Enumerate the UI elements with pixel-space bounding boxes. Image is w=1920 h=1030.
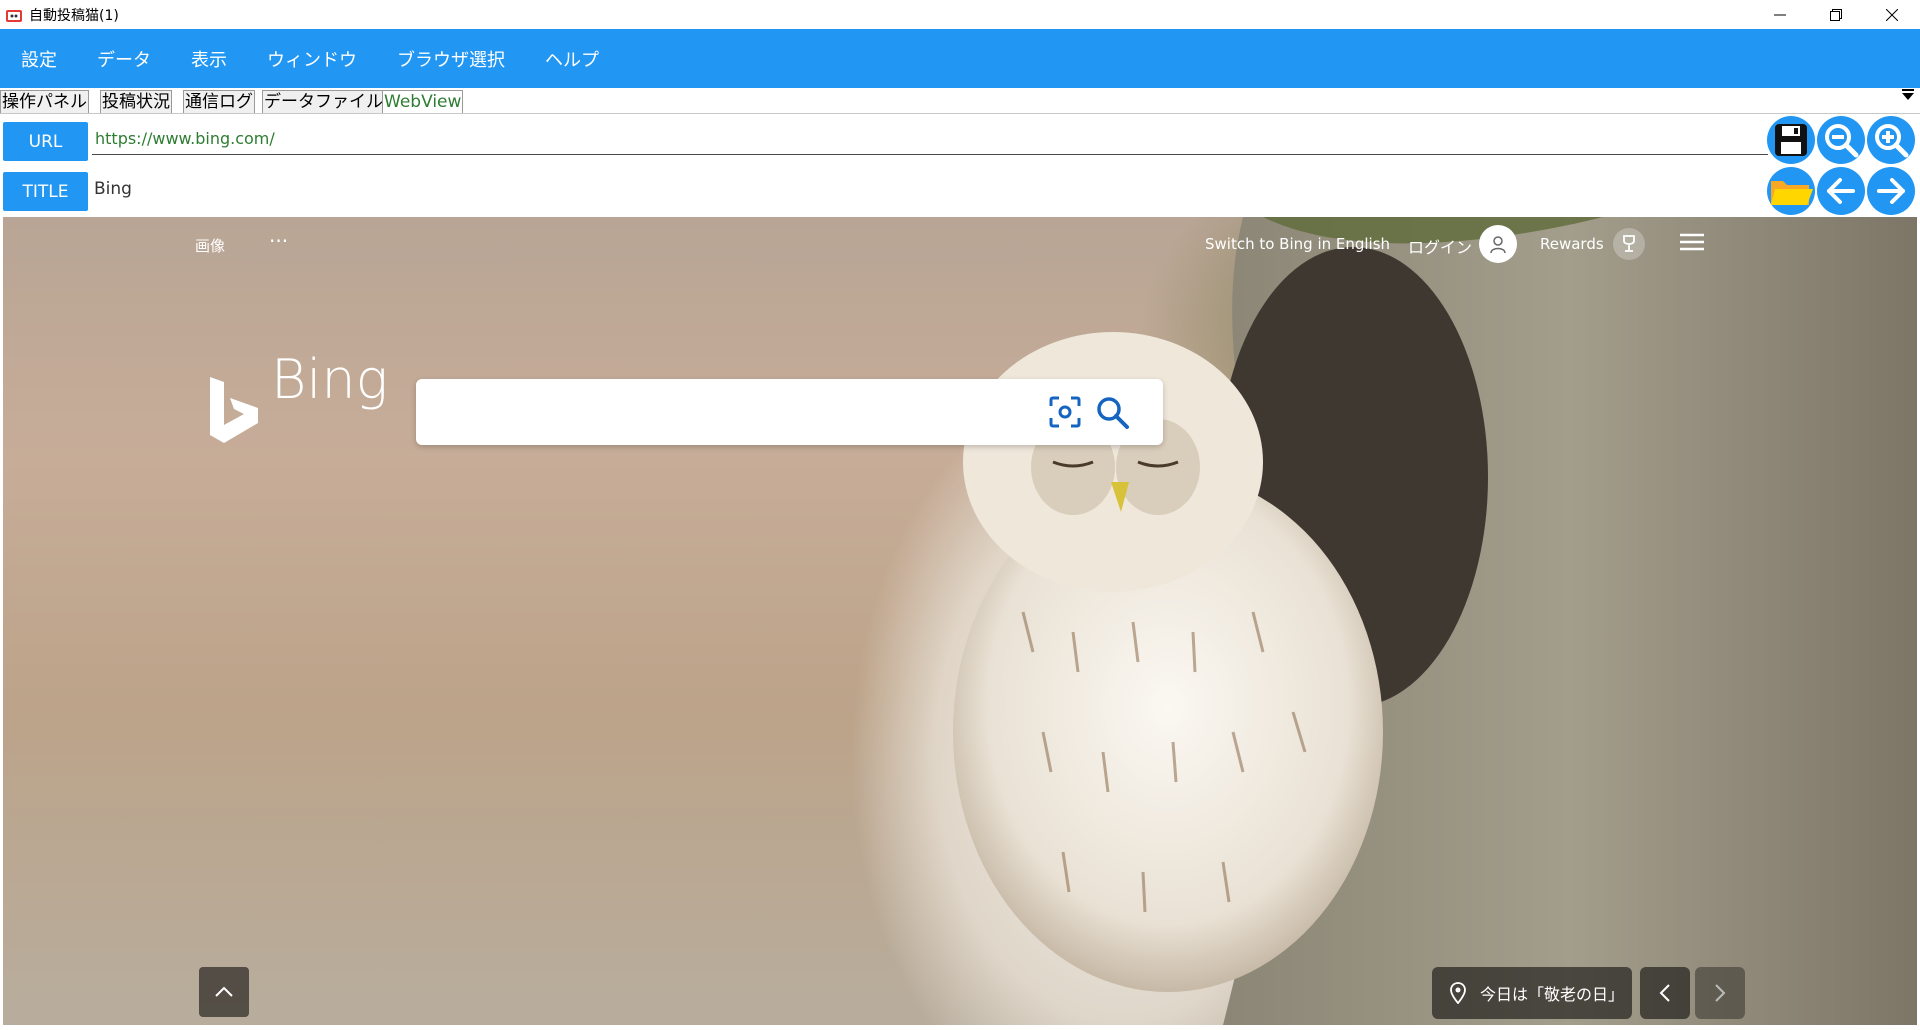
location-pin-icon: [1450, 982, 1466, 1004]
menu-browser-select[interactable]: ブラウザ選択: [377, 46, 525, 72]
rewards-button[interactable]: [1613, 228, 1645, 260]
chevron-right-icon: [1715, 984, 1726, 1002]
restore-button[interactable]: [1808, 0, 1864, 29]
user-icon: [1490, 236, 1506, 254]
previous-image-button[interactable]: [1640, 967, 1690, 1019]
zoom-out-button[interactable]: [1817, 116, 1865, 164]
tab-control-panel[interactable]: 操作パネル: [0, 90, 89, 113]
menu-bar: 設定 データ 表示 ウィンドウ ブラウザ選択 ヘルプ: [0, 29, 1920, 88]
chevron-left-icon: [1659, 984, 1670, 1002]
image-info-chip[interactable]: 今日は「敬老の日」: [1432, 967, 1632, 1019]
open-folder-button[interactable]: [1767, 167, 1815, 215]
zoom-out-icon: [1825, 124, 1859, 158]
folder-icon: [1771, 181, 1813, 205]
search-icon: [1097, 397, 1129, 429]
tab-data-file[interactable]: データファイル: [262, 90, 385, 113]
page-title-value: Bing: [94, 179, 132, 199]
visual-search-button[interactable]: [1047, 394, 1083, 430]
restore-icon: [1830, 8, 1842, 21]
window-title: 自動投稿猫(1): [29, 7, 119, 24]
bing-more-menu[interactable]: ···: [269, 229, 288, 253]
save-icon: [1775, 124, 1807, 156]
image-info-text: 今日は「敬老の日」: [1480, 985, 1625, 1004]
forward-button[interactable]: [1867, 167, 1915, 215]
menu-window[interactable]: ウィンドウ: [247, 46, 377, 72]
rewards-link[interactable]: Rewards: [1540, 235, 1604, 253]
tab-webview[interactable]: WebView: [382, 90, 464, 113]
forward-icon: [1877, 178, 1905, 204]
menu-settings[interactable]: 設定: [0, 46, 77, 72]
bing-search-box[interactable]: [416, 379, 1163, 445]
minimize-button[interactable]: [1752, 0, 1808, 29]
next-image-button[interactable]: [1695, 967, 1745, 1019]
trophy-icon: [1623, 235, 1635, 252]
webview[interactable]: 画像 ··· Switch to Bing in English ログイン Re…: [3, 217, 1917, 1025]
bing-logo-text: Bing: [271, 348, 388, 411]
title-button[interactable]: TITLE: [3, 172, 88, 211]
title-bar: 自動投稿猫(1): [0, 0, 1920, 29]
app-icon: [6, 9, 22, 22]
save-button[interactable]: [1767, 116, 1815, 164]
menu-help[interactable]: ヘルプ: [525, 46, 619, 72]
url-button[interactable]: URL: [3, 122, 88, 161]
switch-language-link[interactable]: Switch to Bing in English: [1205, 235, 1390, 253]
close-button[interactable]: [1864, 0, 1920, 29]
bing-images-link[interactable]: 画像: [195, 235, 225, 256]
url-input[interactable]: [92, 122, 1768, 155]
tab-list-dropdown-icon[interactable]: [1902, 89, 1914, 100]
back-icon: [1827, 178, 1855, 204]
back-button[interactable]: [1817, 167, 1865, 215]
zoom-in-icon: [1875, 124, 1909, 158]
visual-search-icon: [1049, 396, 1081, 428]
login-link[interactable]: ログイン: [1408, 234, 1472, 258]
tab-post-status[interactable]: 投稿状況: [100, 90, 172, 113]
bing-logo-icon: [210, 377, 258, 443]
menu-view[interactable]: 表示: [171, 46, 247, 72]
tab-bar: 操作パネル 投稿状況 通信ログ データファイル WebView: [0, 89, 1920, 114]
bing-search-button[interactable]: [1094, 394, 1130, 430]
menu-data[interactable]: データ: [77, 46, 171, 72]
hamburger-icon: [1680, 233, 1704, 251]
close-icon: [1886, 8, 1898, 21]
minimize-icon: [1774, 14, 1786, 15]
scroll-up-button[interactable]: [199, 967, 249, 1017]
zoom-in-button[interactable]: [1867, 116, 1915, 164]
user-avatar[interactable]: [1479, 225, 1517, 263]
bing-search-input[interactable]: [432, 391, 1016, 433]
chevron-up-icon: [215, 986, 233, 997]
tab-comm-log[interactable]: 通信ログ: [183, 90, 255, 113]
hamburger-menu-button[interactable]: [1679, 232, 1705, 252]
